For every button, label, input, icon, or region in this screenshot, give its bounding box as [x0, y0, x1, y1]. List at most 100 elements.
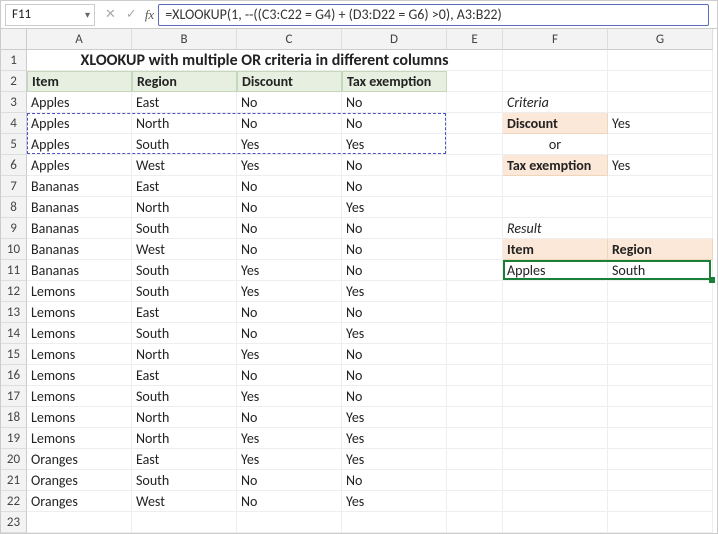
cell[interactable]: Yes — [237, 260, 342, 281]
cell[interactable]: Yes — [342, 407, 447, 428]
cell[interactable]: Lemons — [27, 302, 132, 323]
cell[interactable]: Yes — [342, 491, 447, 512]
cell[interactable]: Yes — [237, 155, 342, 176]
cell[interactable]: Lemons — [27, 281, 132, 302]
row-header[interactable]: 13 — [1, 302, 27, 323]
cell[interactable] — [503, 50, 608, 71]
cell[interactable] — [608, 134, 713, 155]
cell[interactable] — [608, 281, 713, 302]
cell[interactable] — [608, 218, 713, 239]
cell[interactable]: East — [132, 449, 237, 470]
cell[interactable] — [608, 407, 713, 428]
cell[interactable] — [608, 470, 713, 491]
cell[interactable] — [447, 239, 503, 260]
cell[interactable] — [447, 260, 503, 281]
cell[interactable] — [447, 155, 503, 176]
row-header[interactable]: 3 — [1, 92, 27, 113]
table-header[interactable]: Region — [132, 71, 237, 92]
cell[interactable]: No — [342, 260, 447, 281]
col-header[interactable]: E — [447, 29, 503, 50]
cell[interactable]: No — [237, 92, 342, 113]
criteria-discount-value[interactable]: Yes — [608, 113, 713, 134]
cell[interactable] — [447, 407, 503, 428]
row-header[interactable]: 9 — [1, 218, 27, 239]
cell[interactable]: No — [342, 218, 447, 239]
select-all-corner[interactable] — [1, 29, 27, 50]
cell[interactable]: Yes — [237, 428, 342, 449]
cell[interactable]: North — [132, 197, 237, 218]
cell[interactable] — [447, 365, 503, 386]
cell[interactable] — [608, 365, 713, 386]
row-header[interactable]: 2 — [1, 71, 27, 92]
cell[interactable]: Yes — [237, 134, 342, 155]
cell[interactable]: No — [237, 323, 342, 344]
cell[interactable] — [447, 344, 503, 365]
cell[interactable] — [503, 176, 608, 197]
cell[interactable]: Yes — [342, 428, 447, 449]
cell[interactable]: Lemons — [27, 365, 132, 386]
row-header[interactable]: 15 — [1, 344, 27, 365]
cell[interactable]: Lemons — [27, 407, 132, 428]
cell[interactable] — [503, 323, 608, 344]
cell[interactable]: North — [132, 428, 237, 449]
cell[interactable]: No — [342, 113, 447, 134]
cell[interactable]: Lemons — [27, 428, 132, 449]
cell[interactable]: No — [237, 470, 342, 491]
cell[interactable]: North — [132, 344, 237, 365]
cell[interactable]: West — [132, 491, 237, 512]
cell[interactable]: South — [132, 386, 237, 407]
cell[interactable] — [342, 512, 447, 533]
cell[interactable]: South — [132, 260, 237, 281]
cell[interactable]: No — [237, 218, 342, 239]
table-header[interactable]: Discount — [237, 71, 342, 92]
cell[interactable]: East — [132, 365, 237, 386]
cell[interactable]: No — [237, 365, 342, 386]
cell[interactable]: No — [237, 239, 342, 260]
cell[interactable]: Yes — [237, 386, 342, 407]
result-item[interactable]: Apples — [503, 260, 608, 281]
cell[interactable]: No — [342, 365, 447, 386]
cell[interactable] — [447, 176, 503, 197]
cell[interactable]: East — [132, 176, 237, 197]
cell[interactable] — [447, 113, 503, 134]
cell[interactable] — [447, 92, 503, 113]
row-header[interactable]: 18 — [1, 407, 27, 428]
cell[interactable]: North — [132, 113, 237, 134]
table-header[interactable]: Item — [27, 71, 132, 92]
cell[interactable] — [503, 512, 608, 533]
cell[interactable]: Oranges — [27, 449, 132, 470]
cell[interactable] — [608, 512, 713, 533]
cell[interactable] — [27, 512, 132, 533]
cell[interactable]: Bananas — [27, 239, 132, 260]
row-header[interactable]: 16 — [1, 365, 27, 386]
row-header[interactable]: 1 — [1, 50, 27, 71]
cell[interactable] — [447, 218, 503, 239]
cell[interactable]: South — [132, 218, 237, 239]
cell[interactable] — [608, 449, 713, 470]
cell[interactable] — [608, 50, 713, 71]
cell[interactable]: No — [342, 470, 447, 491]
cell[interactable]: Yes — [342, 197, 447, 218]
cell[interactable]: Bananas — [27, 260, 132, 281]
row-header[interactable]: 22 — [1, 491, 27, 512]
cell[interactable] — [132, 512, 237, 533]
cell[interactable] — [503, 470, 608, 491]
cell[interactable] — [447, 470, 503, 491]
cell[interactable]: Yes — [342, 281, 447, 302]
name-box[interactable]: F11 ▾ — [5, 4, 95, 26]
formula-input[interactable]: =XLOOKUP(1, --((C3:C22 = G4) + (D3:D22 =… — [158, 4, 709, 26]
col-header[interactable]: G — [608, 29, 713, 50]
cell[interactable] — [447, 386, 503, 407]
cell[interactable]: No — [237, 407, 342, 428]
criteria-tax-value[interactable]: Yes — [608, 155, 713, 176]
cell[interactable] — [503, 197, 608, 218]
cell[interactable]: Lemons — [27, 386, 132, 407]
cell[interactable]: Oranges — [27, 491, 132, 512]
cell[interactable]: No — [342, 176, 447, 197]
cell[interactable]: Bananas — [27, 218, 132, 239]
cell[interactable]: Lemons — [27, 344, 132, 365]
cell[interactable]: No — [342, 155, 447, 176]
cell[interactable] — [447, 281, 503, 302]
cell[interactable]: No — [237, 197, 342, 218]
fx-icon[interactable]: fx — [145, 7, 154, 23]
